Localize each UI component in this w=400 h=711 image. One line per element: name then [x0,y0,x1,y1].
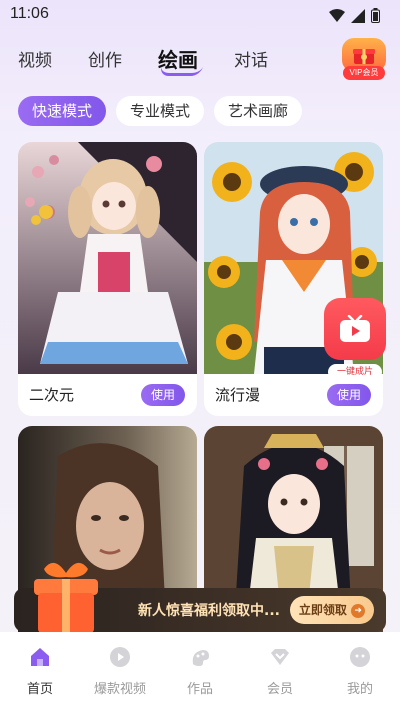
member-icon [271,649,289,665]
mode-fast[interactable]: 快速模式 [18,96,107,126]
card-title: 流行漫 [215,386,261,404]
promo-cta-label: 立即领取 [298,603,347,617]
nav-profile[interactable]: 我的 [325,646,395,711]
tab-video[interactable]: 视频 [18,46,52,71]
card-info: 二次元 使用 [18,374,197,416]
status-icons [329,8,380,23]
nav-profile-label: 我的 [346,682,373,697]
nav-works[interactable]: 作品 [165,646,235,711]
tab-create[interactable]: 创作 [88,46,122,71]
nav-hot-videos[interactable]: 爆款视频 [85,646,155,711]
gift-box-icon [34,562,98,633]
nav-home[interactable]: 首页 [5,646,75,711]
nav-works-label: 作品 [186,682,213,697]
nav-home-label: 首页 [26,682,53,697]
tab-chat[interactable]: 对话 [234,46,268,71]
card-image-anime [18,142,197,374]
promo-claim-button[interactable]: 立即领取 ➜ [290,596,374,624]
mode-gallery[interactable]: 艺术画廊 [214,96,303,126]
nav-member-label: 会员 [266,682,293,697]
home-icon [31,648,49,666]
one-click-button[interactable]: 一键成片 [324,298,386,380]
tv-play-icon [340,315,370,342]
status-time: 11:06 [10,5,49,22]
mode-pro[interactable]: 专业模式 [116,96,205,126]
mode-selector: 快速模式 专业模式 艺术画廊 [18,96,303,126]
signal-icon [351,8,365,23]
style-card-anime[interactable]: 二次元 使用 [18,142,197,416]
bottom-nav: 首页 爆款视频 作品 会员 我的 [0,632,400,711]
nav-member[interactable]: 会员 [245,646,315,711]
gift-icon [353,49,375,64]
wifi-icon [329,8,345,22]
vip-button[interactable]: VIP会员 [342,38,386,80]
card-title: 二次元 [29,386,75,404]
tab-painting[interactable]: 绘画 [158,44,198,73]
nav-hot-videos-label: 爆款视频 [93,682,146,697]
one-click-label: 一键成片 [328,364,382,380]
card-info: 流行漫 使用 [204,374,383,416]
profile-icon [350,647,370,667]
promo-text: 新人惊喜福利领取中... [138,603,280,619]
video-icon [110,647,130,667]
works-icon [192,650,209,666]
top-nav: 视频 创作 绘画 对话 [18,44,268,73]
status-bar: 11:06 [0,0,400,30]
use-button[interactable]: 使用 [141,384,185,406]
use-button[interactable]: 使用 [327,384,371,406]
arrow-right-icon: ➜ [351,603,366,618]
battery-icon [371,8,380,23]
vip-label: VIP会员 [343,66,385,80]
one-click-icon-box [324,298,386,360]
